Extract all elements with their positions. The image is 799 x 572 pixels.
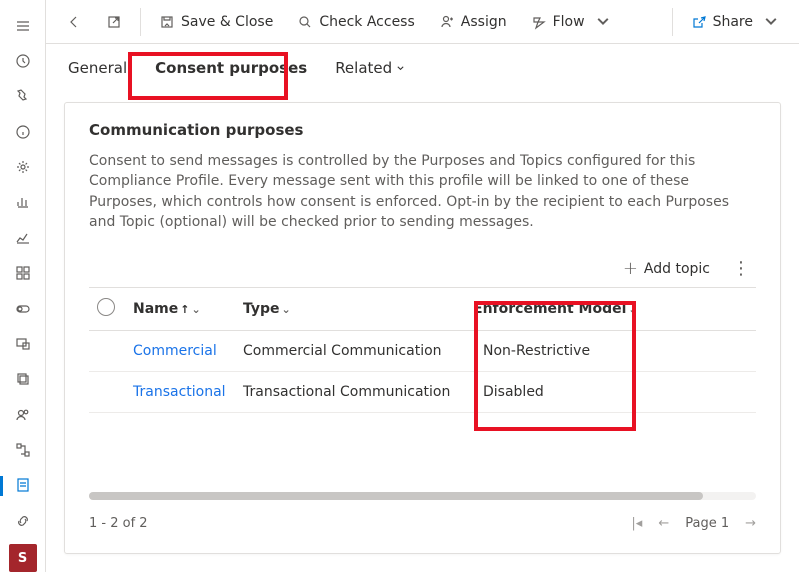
rail-clock-icon[interactable]	[0, 43, 46, 78]
rail-app-switcher[interactable]: S	[9, 544, 37, 572]
tab-general[interactable]: General	[68, 44, 127, 92]
chevron-down-icon: ⌄	[191, 303, 200, 316]
tab-consent-purposes[interactable]: Consent purposes	[155, 44, 307, 92]
open-new-button[interactable]	[96, 6, 132, 38]
pager-status: 1 - 2 of 2	[89, 516, 148, 531]
row-type: Transactional Communication	[235, 372, 465, 413]
rail-pin-icon[interactable]	[0, 79, 46, 114]
row-enforcement: Non-Restrictive	[465, 331, 756, 372]
list-command-bar: +Add topic ⋮	[89, 254, 756, 283]
add-topic-button[interactable]: +Add topic	[623, 258, 710, 279]
pager-page-label: Page 1	[685, 516, 729, 531]
rail-grid-icon[interactable]	[0, 256, 46, 291]
row-enforcement: Disabled	[465, 372, 756, 413]
select-all-checkbox[interactable]	[97, 298, 115, 316]
chevron-down-icon: ⌄	[628, 303, 637, 316]
rail-link-icon[interactable]	[0, 503, 46, 538]
grid: Name↑⌄ Type⌄ Enforcement Model⌄ Commerci…	[89, 287, 756, 413]
table-row[interactable]: Transactional Transactional Communicatio…	[89, 372, 756, 413]
hscroll-thumb[interactable]	[89, 492, 703, 500]
tab-strip: General Consent purposes Related	[46, 44, 799, 92]
rail-flow-icon[interactable]	[0, 432, 46, 467]
col-enforcement[interactable]: Enforcement Model⌄	[465, 288, 756, 331]
col-select[interactable]	[89, 288, 125, 331]
col-name[interactable]: Name↑⌄	[125, 288, 235, 331]
command-bar: Save & Close Check Access Assign Flow Sh…	[46, 0, 799, 44]
rail-gear-icon[interactable]	[0, 149, 46, 184]
left-rail: S	[0, 0, 46, 572]
rail-devices-icon[interactable]	[0, 326, 46, 361]
tab-related[interactable]: Related	[335, 44, 405, 92]
row-name-link[interactable]: Commercial	[133, 343, 217, 359]
content-card: Communication purposes Consent to send m…	[64, 102, 781, 554]
cmdbar-divider-r	[672, 8, 673, 36]
table-row[interactable]: Commercial Commercial Communication Non-…	[89, 331, 756, 372]
assign-button[interactable]: Assign	[429, 6, 517, 38]
card-title: Communication purposes	[89, 121, 756, 139]
chevron-down-icon: ⌄	[282, 303, 291, 316]
card-description: Consent to send messages is controlled b…	[89, 151, 756, 232]
rail-doc-icon[interactable]	[0, 468, 46, 503]
flow-button[interactable]: Flow	[521, 6, 621, 38]
rail-toggle-icon[interactable]	[0, 291, 46, 326]
save-close-button[interactable]: Save & Close	[149, 6, 283, 38]
rail-copy-icon[interactable]	[0, 362, 46, 397]
rail-info-icon[interactable]	[0, 114, 46, 149]
rail-chart-icon[interactable]	[0, 220, 46, 255]
rail-analytics-icon[interactable]	[0, 185, 46, 220]
rail-hamburger-icon[interactable]	[0, 8, 46, 43]
hscroll-track[interactable]	[89, 492, 756, 500]
rail-people-icon[interactable]	[0, 397, 46, 432]
main-panel: Save & Close Check Access Assign Flow Sh…	[46, 0, 799, 572]
pager-next-icon[interactable]: →	[745, 516, 756, 531]
list-more-button[interactable]: ⋮	[726, 254, 756, 283]
cmdbar-divider	[140, 8, 141, 36]
pager-first-icon[interactable]: |◂	[631, 516, 642, 531]
sort-up-icon: ↑	[180, 303, 189, 316]
row-type: Commercial Communication	[235, 331, 465, 372]
pager-prev-icon[interactable]: ←	[658, 516, 669, 531]
col-type[interactable]: Type⌄	[235, 288, 465, 331]
plus-icon: +	[623, 258, 638, 279]
pager: 1 - 2 of 2 |◂ ← Page 1 →	[89, 516, 756, 531]
back-button[interactable]	[56, 6, 92, 38]
row-name-link[interactable]: Transactional	[133, 384, 226, 400]
share-button[interactable]: Share	[681, 6, 789, 38]
check-access-button[interactable]: Check Access	[287, 6, 424, 38]
